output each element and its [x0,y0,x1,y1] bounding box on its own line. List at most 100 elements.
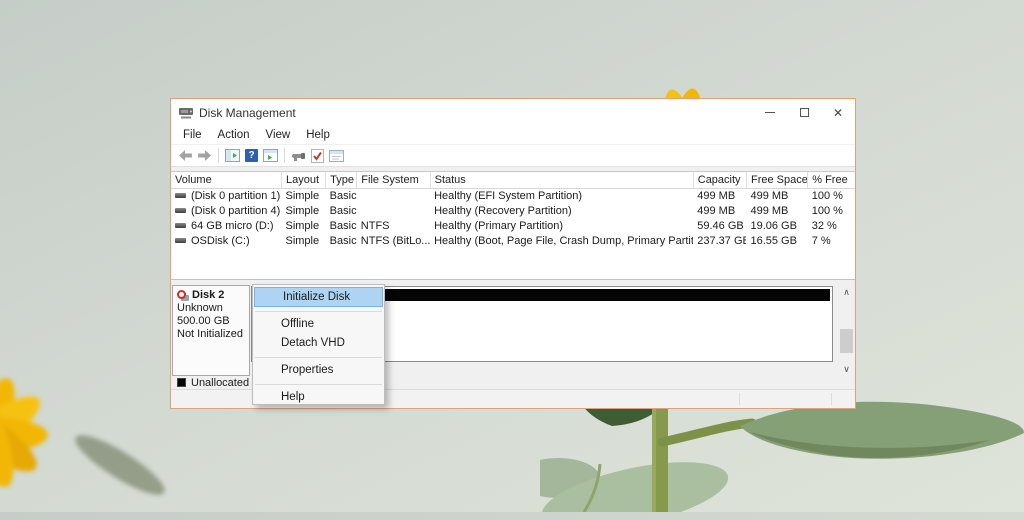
volume-name: OSDisk (C:) [191,235,250,247]
menu-help[interactable]: Help [298,129,338,141]
forward-button[interactable] [195,147,214,165]
volume-name: (Disk 0 partition 4) [191,205,280,217]
volume-capacity: 59.46 GB [693,218,746,233]
volume-type: Basic [326,188,357,203]
volume-file-system [357,203,430,218]
disk-2-panel[interactable]: Disk 2 Unknown 500.00 GB Not Initialized [172,285,250,376]
close-icon: ✕ [833,106,843,120]
maximize-button[interactable] [787,99,821,126]
volume-table-header: Volume Layout Type File System Status Ca… [171,172,855,188]
minimize-button[interactable] [753,99,787,126]
scroll-up-button[interactable]: ∧ [839,285,854,299]
disk-context-menu: Initialize Disk Offline Detach VHD Prope… [252,284,385,405]
close-button[interactable]: ✕ [821,99,855,126]
maximize-icon [800,108,809,117]
popgun-icon [291,150,306,162]
volume-capacity: 237.37 GB [693,233,746,248]
show-console-tree-button[interactable] [223,147,242,165]
volume-row[interactable]: (Disk 0 partition 4) Simple Basic Health… [171,203,855,218]
menu-item-offline[interactable]: Offline [253,315,384,334]
disk-size: 500.00 GB [177,315,249,328]
menu-view[interactable]: View [258,129,299,141]
volume-pct-free: 7 % [808,233,855,248]
unallocated-swatch [177,378,186,387]
toolbar: ? [171,145,855,167]
volume-pct-free: 100 % [808,203,855,218]
popgun-button[interactable] [289,147,308,165]
column-header-pct-free[interactable]: % Free [808,172,855,188]
menu-action[interactable]: Action [210,129,258,141]
back-button[interactable] [176,147,195,165]
column-header-layout[interactable]: Layout [281,172,325,188]
disk-management-app-icon [179,107,193,119]
unallocated-label: Unallocated [191,377,249,389]
volume-row[interactable]: (Disk 0 partition 1) Simple Basic Health… [171,188,855,203]
volume-file-system [357,188,430,203]
menu-bar: File Action View Help [171,126,855,145]
volume-free-space: 19.06 GB [746,218,807,233]
menu-separator [255,311,382,312]
back-arrow-icon [179,150,192,161]
help-icon: ? [245,149,258,162]
volume-icon [175,238,186,243]
volume-layout: Simple [281,218,325,233]
volume-name: 64 GB micro (D:) [191,220,274,232]
volume-icon [175,208,186,213]
vertical-scrollbar[interactable]: ∧ ∨ [839,285,854,376]
console-tree-icon [225,149,240,162]
volume-free-space: 499 MB [746,203,807,218]
volume-layout: Simple [281,233,325,248]
volume-row[interactable]: 64 GB micro (D:) Simple Basic NTFS Healt… [171,218,855,233]
volume-type: Basic [326,218,357,233]
scrollbar-thumb[interactable] [840,329,853,353]
volume-status: Healthy (Primary Partition) [430,218,693,233]
menu-item-help[interactable]: Help [253,388,384,407]
volume-free-space: 499 MB [746,188,807,203]
volume-name: (Disk 0 partition 1) [191,190,280,202]
volume-list: Volume Layout Type File System Status Ca… [171,171,855,280]
scroll-up-icon: ∧ [843,288,850,297]
menu-item-initialize-disk[interactable]: Initialize Disk [254,287,383,307]
check-disk-button[interactable] [308,147,327,165]
volume-type: Basic [326,203,357,218]
disk-name: Disk 2 [192,289,224,302]
scroll-down-icon: ∨ [843,365,850,374]
volume-capacity: 499 MB [693,203,746,218]
volume-pct-free: 32 % [808,218,855,233]
volume-status: Healthy (Recovery Partition) [430,203,693,218]
volume-status: Healthy (EFI System Partition) [430,188,693,203]
column-header-type[interactable]: Type [326,172,357,188]
menu-item-properties[interactable]: Properties [253,361,384,380]
export-list-button[interactable] [261,147,280,165]
column-header-volume[interactable]: Volume [171,172,281,188]
column-header-file-system[interactable]: File System [357,172,430,188]
minimize-icon [765,112,775,113]
column-header-free-space[interactable]: Free Space [746,172,807,188]
volume-pct-free: 100 % [808,188,855,203]
help-button[interactable]: ? [242,147,261,165]
volume-layout: Simple [281,203,325,218]
menu-file[interactable]: File [175,129,210,141]
volume-layout: Simple [281,188,325,203]
volume-status: Healthy (Boot, Page File, Crash Dump, Pr… [430,233,693,248]
volume-row[interactable]: OSDisk (C:) Simple Basic NTFS (BitLo... … [171,233,855,248]
volume-free-space: 16.55 GB [746,233,807,248]
volume-icon [175,223,186,228]
menu-item-detach-vhd[interactable]: Detach VHD [253,334,384,353]
properties-window-icon [329,150,344,162]
disk-error-icon [177,290,189,302]
scroll-down-button[interactable]: ∨ [839,362,854,376]
disk-status: Not Initialized [177,328,249,341]
disk-type: Unknown [177,302,249,315]
sunflower-petals-top [585,38,785,98]
menu-separator [255,357,382,358]
column-header-capacity[interactable]: Capacity [693,172,746,188]
sunflower-stem-and-leaves [540,396,1024,512]
column-header-status[interactable]: Status [430,172,693,188]
menu-separator [255,384,382,385]
title-bar[interactable]: Disk Management ✕ [171,99,855,126]
properties-button[interactable] [327,147,346,165]
status-bar-divider [739,393,740,405]
volume-file-system: NTFS (BitLo... [357,233,430,248]
volume-type: Basic [326,233,357,248]
